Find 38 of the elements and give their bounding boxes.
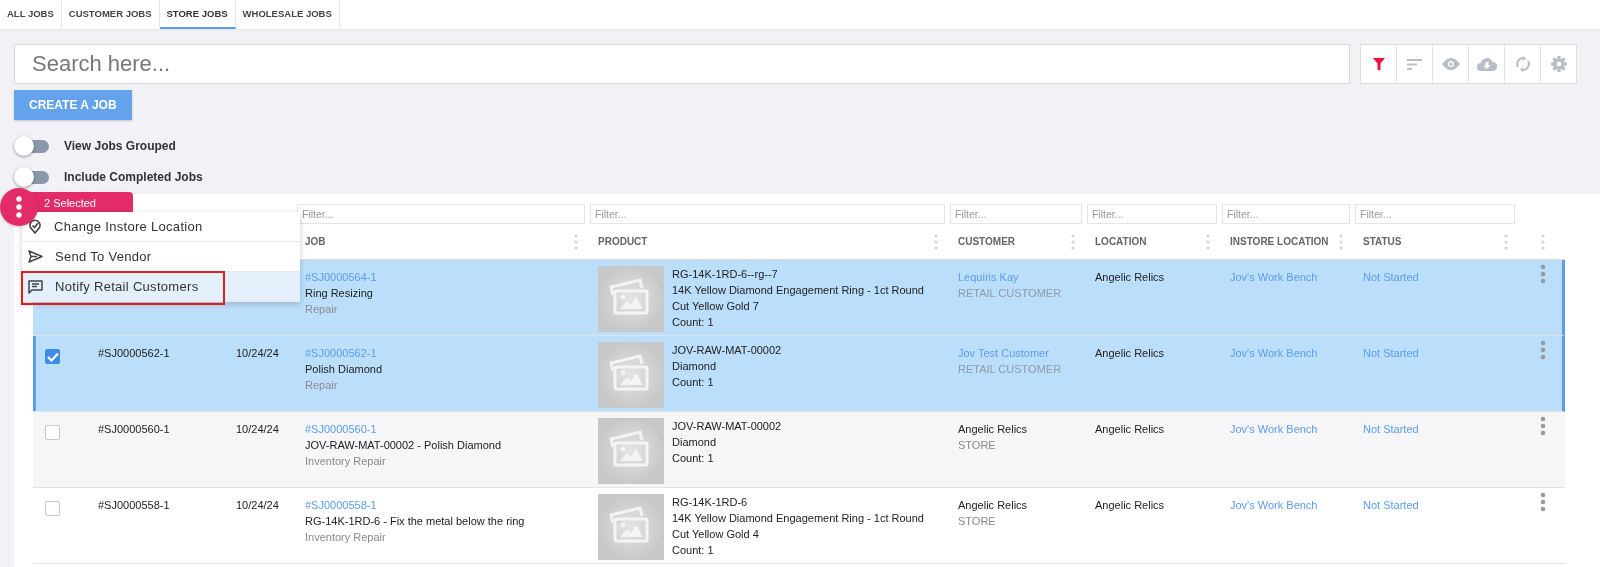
job-title: Ring Resizing xyxy=(305,286,373,301)
customer-type: STORE xyxy=(958,438,996,453)
job-title: RG-14K-1RD-6 - Fix the metal below the ring xyxy=(305,514,525,529)
product-line: Diamond xyxy=(672,435,717,450)
product-line: Count: 1 xyxy=(672,315,714,330)
customer-name: Angelic Relics xyxy=(958,498,1028,513)
product-line: JOV-RAW-MAT-00002 xyxy=(672,419,782,434)
toggle-label: Include Completed Jobs xyxy=(64,169,203,184)
table-cell: 10/24/24 xyxy=(236,499,279,511)
job-type: Inventory Repair xyxy=(305,454,386,469)
table-cell: #SJ0000560-1 xyxy=(98,423,170,435)
product-line: Count: 1 xyxy=(672,543,714,558)
customer-type: RETAIL CUSTOMER xyxy=(958,362,1062,377)
table-cell: 10/24/24 xyxy=(236,423,279,435)
job-type: Repair xyxy=(305,378,338,393)
product-line: Count: 1 xyxy=(672,375,714,390)
customer-type: STORE xyxy=(958,514,996,529)
toggle-label: View Jobs Grouped xyxy=(64,138,176,153)
table-cell: Angelic Relics xyxy=(1095,271,1165,283)
product-line: 14K Yellow Diamond Engagement Ring - 1ct Round Cut Yellow Gold 7 xyxy=(672,283,925,314)
table-cell: 10/24/24 xyxy=(236,347,279,359)
product-line: 14K Yellow Diamond Engagement Ring - 1ct Round Cut Yellow Gold 4 xyxy=(672,511,925,542)
table-cell: Angelic Relics xyxy=(1095,347,1165,359)
table-cell: Angelic Relics xyxy=(1095,423,1165,435)
table-cell: #SJ0000558-1 xyxy=(98,499,170,511)
table-cell: #SJ0000562-1 xyxy=(98,347,170,359)
product-line: JOV-RAW-MAT-00002 xyxy=(672,343,782,358)
product-line: RG-14K-1RD-6--rg--7 xyxy=(672,267,778,282)
table-cell: Angelic Relics xyxy=(1095,499,1165,511)
product-line: RG-14K-1RD-6 xyxy=(672,495,748,510)
product-line: Count: 1 xyxy=(672,451,714,466)
job-title: JOV-RAW-MAT-00002 - Polish Diamond xyxy=(305,438,502,453)
customer-name: Angelic Relics xyxy=(958,422,1028,437)
job-type: Repair xyxy=(305,302,338,317)
job-title: Polish Diamond xyxy=(305,362,383,377)
customer-type: RETAIL CUSTOMER xyxy=(958,286,1062,301)
product-line: Diamond xyxy=(672,359,717,374)
job-type: Inventory Repair xyxy=(305,530,386,545)
